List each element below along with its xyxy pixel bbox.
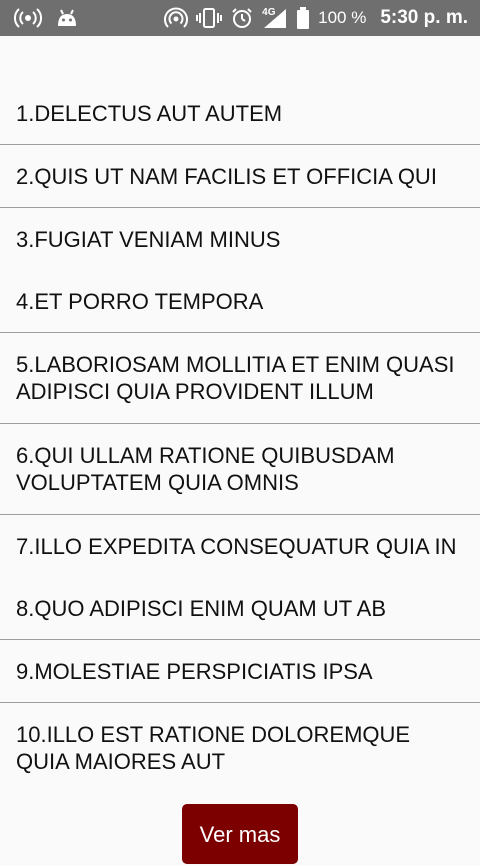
status-bar-right: 4G 100 % 5:30 p. m. (164, 0, 468, 36)
list-item-label: 3.FUGIAT VENIAM MINUS (16, 226, 281, 252)
vibrate-icon (196, 7, 223, 29)
list-item-label: 8.QUO ADIPISCI ENIM QUAM UT AB (16, 595, 387, 621)
status-bar-left (14, 0, 78, 36)
item-list: 1.DELECTUS AUT AUTEM 2.QUIS UT NAM FACIL… (0, 82, 480, 793)
battery-icon (296, 7, 310, 29)
list-item-label: 2.QUIS UT NAM FACILIS ET OFFICIA QUI (16, 163, 437, 189)
network-type-label: 4G (262, 7, 276, 18)
list-item[interactable]: 9.MOLESTIAE PERSPICIATIS IPSA (0, 640, 480, 702)
list-item[interactable]: 1.DELECTUS AUT AUTEM (0, 82, 480, 144)
signal-icon: 4G (262, 7, 288, 29)
alarm-icon (230, 7, 254, 29)
list-item-label: 1.DELECTUS AUT AUTEM (16, 100, 283, 126)
list-item-label: 4.ET PORRO TEMPORA (16, 288, 264, 314)
list-item[interactable]: 7.ILLO EXPEDITA CONSEQUATUR QUIA IN (0, 515, 480, 577)
hotspot-icon (164, 7, 189, 29)
list-item[interactable]: 3.FUGIAT VENIAM MINUS (0, 208, 480, 270)
list-item[interactable]: 5.LABORIOSAM MOLLITIA ET ENIM QUASI ADIP… (0, 333, 480, 423)
battery-percent: 100 % (318, 8, 367, 27)
wireless-broadcast-icon (14, 8, 42, 28)
list-item-label: 10.ILLO EST RATIONE DOLOREMQUE QUIA MAIO… (16, 722, 411, 774)
list-item[interactable]: 10.ILLO EST RATIONE DOLOREMQUE QUIA MAIO… (0, 703, 480, 793)
list-item-label: 5.LABORIOSAM MOLLITIA ET ENIM QUASI ADIP… (16, 352, 455, 404)
android-icon (56, 8, 78, 28)
list-item-label: 9.MOLESTIAE PERSPICIATIS IPSA (16, 658, 373, 684)
status-bar: 4G 100 % 5:30 p. m. (0, 0, 480, 36)
list-item[interactable]: 8.QUO ADIPISCI ENIM QUAM UT AB (0, 577, 480, 639)
clock: 5:30 p. m. (380, 7, 468, 28)
ver-mas-button[interactable]: Ver mas (182, 804, 298, 864)
list-item-label: 7.ILLO EXPEDITA CONSEQUATUR QUIA IN (16, 533, 457, 559)
list-item-label: 6.QUI ULLAM RATIONE QUIBUSDAM VOLUPTATEM… (16, 443, 395, 495)
list-item[interactable]: 4.ET PORRO TEMPORA (0, 270, 480, 332)
list-item[interactable]: 2.QUIS UT NAM FACILIS ET OFFICIA QUI (0, 145, 480, 207)
list-item[interactable]: 6.QUI ULLAM RATIONE QUIBUSDAM VOLUPTATEM… (0, 424, 480, 514)
